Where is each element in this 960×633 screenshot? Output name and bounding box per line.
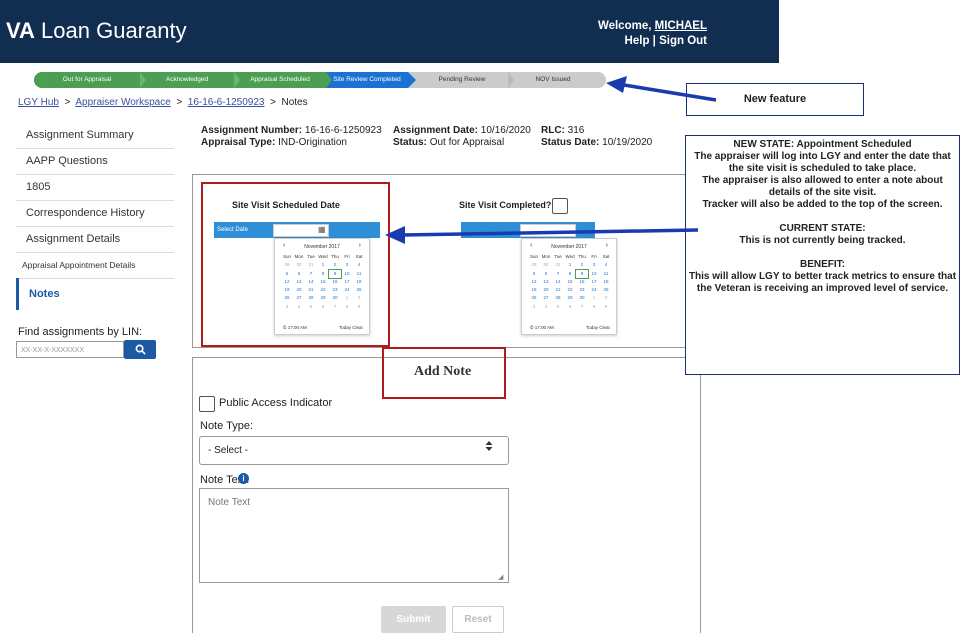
- calendar-grid: Sun Mon Tue Wed Thu Fri Sat 29 30 31 1 2 3 4 5 6 7 8 9 10…: [528, 253, 612, 311]
- lin-search-input[interactable]: XX-XX-X-XXXXXXX: [16, 341, 124, 358]
- breadcrumb-assignment[interactable]: 16-16-6-1250923: [188, 97, 265, 108]
- search-icon: [135, 344, 146, 355]
- info-icon[interactable]: i: [238, 473, 249, 484]
- clock-icon[interactable]: ⏲: [530, 325, 534, 330]
- calendar-weekdays: Sun Mon Tue Wed Thu Fri Sat: [529, 254, 610, 259]
- calendar-week: 12 13 14 15 16 17 18: [531, 278, 609, 284]
- calendar-today[interactable]: 9: [575, 268, 589, 279]
- tracker-step-pending-review: Pending Review: [438, 76, 486, 83]
- calendar-month: November 2017: [551, 244, 587, 250]
- breadcrumb-current: Notes: [281, 97, 308, 108]
- calendar-week: 29 30 31 1 2 3 4: [531, 262, 608, 268]
- tracker-step-appraisal-scheduled: Appraisal Scheduled: [234, 72, 326, 88]
- calendar-week: 3456789: [532, 303, 608, 309]
- note-text-area[interactable]: Note Text: [199, 488, 509, 583]
- highlight-box-scheduled-date: [201, 182, 390, 347]
- resize-handle-icon[interactable]: ◢: [498, 573, 503, 581]
- completed-date-input[interactable]: [520, 224, 576, 237]
- calendar-today-button[interactable]: Today: [586, 325, 598, 330]
- breadcrumb: LGY Hub > Appraiser Workspace > 16-16-6-…: [18, 97, 308, 108]
- tracker-chevron: [234, 72, 240, 88]
- help-link[interactable]: Help: [625, 35, 650, 47]
- date-picker-completed: ‹ November 2017 › Sun Mon Tue Wed Thu Fri Sat …: [521, 238, 617, 335]
- breadcrumb-appraiser-workspace[interactable]: Appraiser Workspace: [75, 97, 170, 108]
- user-menu: Welcome, MICHAEL Help | Sign Out: [597, 20, 707, 47]
- sidebar-item-notes[interactable]: Notes: [16, 278, 177, 310]
- arrow-head-tracker: [606, 76, 627, 93]
- rlc-value: 316: [567, 125, 585, 136]
- sort-arrows-icon: [485, 440, 493, 455]
- status-date: 10/19/2020: [602, 137, 653, 148]
- tracker-chevron: [408, 72, 416, 88]
- note-type-label: Note Type:: [200, 420, 253, 432]
- sidebar-item-appraisal-appointment-details[interactable]: Appraisal Appointment Details: [16, 252, 174, 279]
- sidebar-item-assignment-details[interactable]: Assignment Details: [16, 226, 174, 253]
- public-access-label: Public Access Indicator: [219, 397, 333, 409]
- site-visit-completed-checkbox[interactable]: [552, 198, 568, 214]
- appraisal-type: IND-Origination: [278, 137, 347, 148]
- tracker-step-nov-issued: NOV Issued: [535, 76, 571, 83]
- assignment-number: 16-16-6-1250923: [304, 125, 382, 136]
- tracker-chevron: [326, 72, 332, 88]
- tracker-chevron: [140, 72, 146, 88]
- note-type-select[interactable]: - Select -: [199, 436, 509, 465]
- lin-search-button[interactable]: [124, 340, 156, 359]
- reset-button[interactable]: Reset: [452, 606, 504, 633]
- sidebar-item-1805[interactable]: 1805: [16, 174, 174, 201]
- tracker-chevron: [508, 72, 514, 88]
- status-tracker: Out for Appraisal Acknowledged Appraisal…: [34, 72, 606, 88]
- tracker-step-site-review-completed: Site Review Completed: [326, 72, 408, 88]
- tracker-step-acknowledged: Acknowledged: [140, 72, 234, 88]
- sidebar-item-assignment-summary[interactable]: Assignment Summary: [16, 122, 174, 149]
- sidebar-item-aapp-questions[interactable]: AAPP Questions: [16, 148, 174, 175]
- public-access-checkbox[interactable]: [199, 396, 215, 412]
- tracker-step-out-for-appraisal: Out for Appraisal: [34, 72, 140, 88]
- assignment-date: 10/16/2020: [480, 125, 531, 136]
- submit-button[interactable]: Submit: [381, 606, 446, 633]
- sidebar-item-correspondence-history[interactable]: Correspondence History: [16, 200, 174, 227]
- calendar-footer: ⏲ 17:00 AM Today Clear: [530, 325, 610, 330]
- breadcrumb-lgy-hub[interactable]: LGY Hub: [18, 97, 59, 108]
- site-visit-completed-title: Site Visit Completed?: [459, 200, 552, 210]
- calendar-clear-button[interactable]: Clear: [599, 325, 610, 330]
- app-header: VA Loan Guaranty Welcome, MICHAEL Help |…: [0, 0, 779, 63]
- status-value: Out for Appraisal: [429, 137, 505, 148]
- feature-description-callout: NEW STATE: Appointment Scheduled The app…: [685, 135, 960, 375]
- sign-out-link[interactable]: Sign Out: [659, 35, 707, 47]
- calendar-week: 19 20 21 22 23 24 25: [531, 287, 609, 293]
- find-lin-label: Find assignments by LIN:: [18, 326, 143, 338]
- brand-logo[interactable]: VA Loan Guaranty: [6, 18, 187, 44]
- calendar-week: 26 27 28 29 30 1 2: [531, 295, 608, 301]
- new-feature-callout: New feature: [686, 83, 864, 116]
- username-link[interactable]: MICHAEL: [655, 20, 707, 32]
- next-month-icon[interactable]: ›: [606, 242, 608, 249]
- calendar-week: 5 6 7 8 9 10 11: [528, 268, 612, 279]
- highlight-box-add-note: [382, 347, 506, 399]
